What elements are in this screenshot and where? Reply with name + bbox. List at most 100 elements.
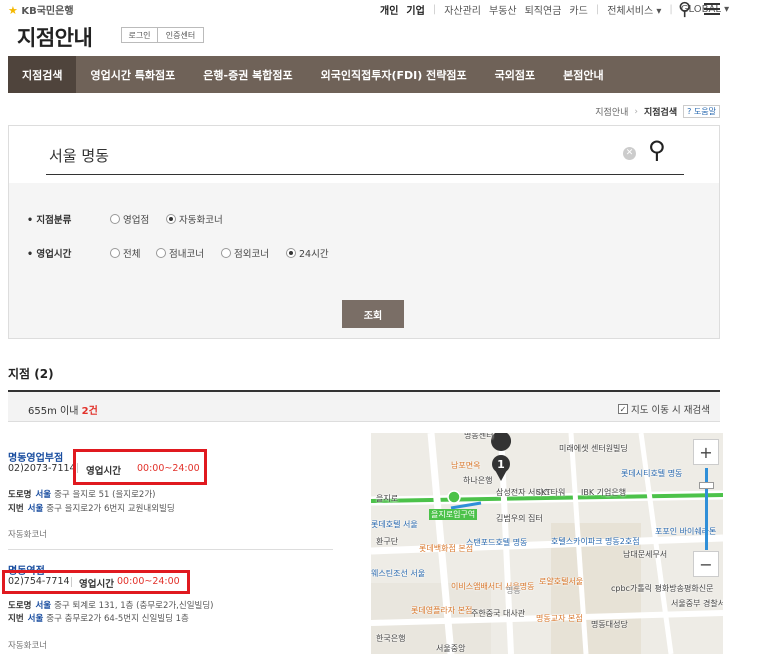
radio-branch[interactable]: 영업점 (110, 212, 149, 226)
branch-tag: 자동화코너 (8, 530, 48, 540)
top-nav-card[interactable]: 카드 (569, 2, 587, 17)
map-label: 하나은행 (463, 476, 493, 485)
radio-label: 전체 (123, 249, 141, 260)
addr-label: 지번 (8, 614, 24, 624)
search-panel: 서울 명동 ✕ ⚲ • 지점분류 영업점 자동화코너 • 영업시간 전체 점내코… (8, 125, 720, 339)
breadcrumb: 지점안내 › 지점검색 ? 도움말 (595, 105, 720, 118)
tab-branch-search[interactable]: 지점검색 (8, 56, 77, 93)
hours-value: 00:00~24:00 (137, 463, 200, 474)
addr-label: 지번 (8, 504, 24, 514)
map-label: 김범우의 집터 (496, 514, 543, 523)
branch-phone: 02)2073-7114 (8, 463, 76, 474)
search-submit-icon[interactable]: ⚲ (648, 136, 666, 164)
map-marker-number: 1 (497, 458, 505, 471)
map-label: 롯데호텔 서울 (371, 520, 418, 529)
tab-headquarters[interactable]: 본점안내 (549, 56, 617, 93)
map-label: 이비스앰배서더 서울명동 (451, 582, 535, 591)
radio-dot (110, 214, 120, 224)
map-label: 미래에셋 센터원빌딩 (559, 444, 628, 453)
branch-name[interactable]: 명동영업부점 (8, 449, 63, 464)
map-label: cpbc가톨릭 평화방송평화신문 (611, 584, 714, 593)
zoom-in-button[interactable]: + (693, 439, 719, 465)
map-label: 웨스틴조선 서울 (371, 569, 426, 578)
addr-label: 도로명 (8, 601, 32, 611)
addr-city: 서울 (35, 601, 52, 611)
breadcrumb-parent[interactable]: 지점안내 (595, 105, 628, 118)
radio-dot (110, 248, 120, 258)
tab-overseas[interactable]: 국외점포 (481, 56, 549, 93)
divider: | (669, 4, 673, 15)
radio-atm-corner[interactable]: 자동화코너 (166, 212, 223, 226)
top-nav-pension[interactable]: 퇴직연금 (525, 2, 562, 17)
top-nav-all-services[interactable]: 전체서비스 ▾ (607, 2, 661, 17)
divider (71, 577, 72, 587)
map-label: 환구단 (376, 537, 399, 546)
hours-label: • 영업시간 (27, 249, 72, 260)
search-underline (46, 174, 684, 175)
results-count: 655m 이내 2건 (28, 402, 98, 417)
radio-label: 24시간 (299, 249, 329, 260)
addr-text: 중구 퇴계로 131, 1층 (충무로2가,신일빌딩) (54, 601, 214, 611)
clear-icon[interactable]: ✕ (623, 147, 636, 160)
branch-type-label: • 지점분류 (27, 215, 72, 226)
zoom-slider-handle[interactable] (699, 482, 714, 489)
page-title: 지점안내 (17, 26, 93, 50)
map-label: 한국은행 (376, 634, 406, 643)
zoom-slider[interactable] (705, 468, 708, 550)
zoom-out-button[interactable]: − (693, 551, 719, 577)
map-research-checkbox[interactable]: ✓ 지도 이동 시 재검색 (618, 402, 710, 416)
map-label: SKT타워 (536, 488, 566, 497)
map-label: 스탠포드호텔 명동 (466, 538, 528, 547)
radio-hours-outside[interactable]: 점외코너 (221, 246, 269, 260)
help-button[interactable]: ? 도움말 (683, 105, 720, 118)
login-button[interactable]: 로그인 (121, 27, 158, 43)
map-label: 서울중부 경찰서 (671, 599, 723, 608)
top-nav-realestate[interactable]: 부동산 (489, 2, 517, 17)
map-label: 롯데시티호텔 명동 (621, 469, 683, 478)
radio-dot-selected (286, 248, 296, 258)
branch-map[interactable]: 1 명동센터 미래에셋 센터원빌딩 남포면옥 하나은행 롯데시티호텔 명동 을지… (371, 433, 723, 654)
breadcrumb-separator: › (634, 106, 638, 117)
map-label: IBK 기업은행 (581, 488, 627, 497)
branch-phone: 02)754-7714 (8, 576, 70, 587)
radio-hours-inside[interactable]: 점내코너 (156, 246, 204, 260)
checkbox-label: 지도 이동 시 재검색 (631, 405, 710, 416)
search-bar: 서울 명동 ✕ ⚲ (9, 126, 719, 183)
top-nav: 개인 기업 | 자산관리 부동산 퇴직연금 카드 | 전체서비스 ▾ | GLO… (380, 2, 729, 17)
kb-logo[interactable]: ★ KB국민은행 (8, 2, 74, 17)
hours-label: 영업시간 (79, 579, 114, 590)
map-label: 명동센터 (464, 433, 494, 440)
map-label: 을지로 (376, 494, 399, 503)
radio-dot-selected (166, 214, 176, 224)
search-icon[interactable]: ⚲ (678, 0, 691, 20)
map-label: 명동교자 본점 (536, 614, 583, 623)
main-nav: 지점검색 영업시간 특화점포 은행-증권 복합점포 외국인직접투자(FDI) 전… (8, 56, 720, 93)
radio-dot (156, 248, 166, 258)
hamburger-menu-icon[interactable] (704, 3, 720, 15)
tab-fdi[interactable]: 외국인직접투자(FDI) 전략점포 (307, 56, 481, 93)
map-label: 서울중앙 (436, 644, 466, 653)
map-label: 호텔스카이파크 명동2호점 (551, 537, 640, 546)
top-nav-personal[interactable]: 개인 (380, 2, 398, 17)
submit-button[interactable]: 조회 (342, 300, 404, 328)
map-label: 주한중국 대사관 (471, 609, 526, 618)
top-nav-asset[interactable]: 자산관리 (444, 2, 481, 17)
tab-bank-securities[interactable]: 은행-증권 복합점포 (189, 56, 306, 93)
divider: | (595, 4, 600, 15)
logo-text: KB국민은행 (21, 6, 74, 17)
map-label: 롯데백화점 본점 (419, 544, 474, 553)
tab-special-hours[interactable]: 영업시간 특화점포 (76, 56, 189, 93)
hours-value: 00:00~24:00 (117, 576, 180, 587)
radio-hours-24h[interactable]: 24시간 (286, 246, 329, 260)
search-input[interactable]: 서울 명동 (49, 145, 109, 166)
top-nav-corporate[interactable]: 기업 (406, 2, 424, 17)
cert-center-button[interactable]: 인증센터 (157, 27, 204, 43)
radio-hours-all[interactable]: 전체 (110, 246, 140, 260)
radio-label: 자동화코너 (179, 215, 223, 226)
breadcrumb-current: 지점검색 (644, 108, 678, 118)
road-address: 도로명 서울 중구 을지로 51 (을지로2가) (8, 488, 155, 500)
divider (77, 463, 78, 473)
radio-label: 점외코너 (234, 249, 269, 260)
road-address: 도로명 서울 중구 퇴계로 131, 1층 (충무로2가,신일빌딩) (8, 599, 213, 611)
map-label: 을지로입구역 (429, 509, 478, 520)
